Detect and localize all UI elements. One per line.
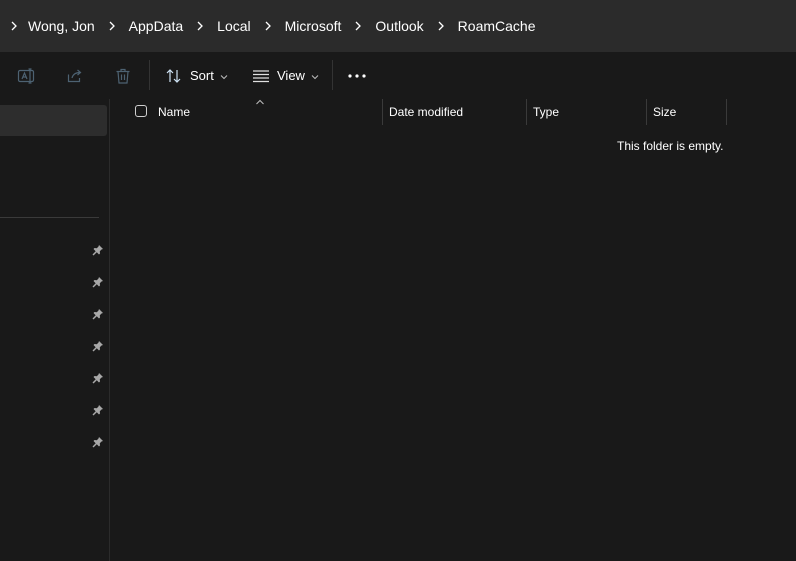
column-size[interactable]: Size (653, 99, 676, 125)
select-all-checkbox[interactable] (135, 105, 147, 117)
sort-label: Sort (190, 68, 214, 83)
navigation-pane (0, 99, 110, 561)
column-header: Name Date modified Type Size (110, 99, 796, 125)
pin-icon[interactable] (92, 372, 104, 384)
column-date-modified[interactable]: Date modified (389, 99, 463, 125)
sort-button[interactable]: Sort (165, 52, 228, 99)
pin-icon[interactable] (92, 308, 104, 320)
share-icon (67, 69, 82, 82)
chevron-down-icon (311, 68, 319, 83)
breadcrumb-label: Outlook (375, 18, 424, 34)
column-size-label: Size (653, 105, 677, 119)
breadcrumb-label: RoamCache (457, 18, 536, 34)
column-resize-handle[interactable] (646, 99, 647, 125)
column-type-label: Type (533, 105, 560, 119)
column-resize-handle[interactable] (526, 99, 527, 125)
command-bar: Sort View (0, 52, 796, 100)
chevron-right-icon[interactable] (183, 0, 217, 52)
trash-icon (116, 68, 130, 84)
nav-divider (0, 217, 99, 218)
view-label: View (277, 68, 305, 83)
column-resize-handle[interactable] (382, 99, 383, 125)
breadcrumb: Wong, Jon AppData Local Microsoft Outloo… (0, 0, 796, 52)
nav-item-selected[interactable] (0, 105, 107, 136)
chevron-right-icon[interactable] (424, 0, 458, 52)
breadcrumb-label: Microsoft (284, 18, 342, 34)
pin-icon[interactable] (92, 340, 104, 352)
breadcrumb-item-appdata[interactable]: AppData (129, 0, 183, 52)
chevron-right-icon[interactable] (251, 0, 285, 52)
file-explorer-window: Wong, Jon AppData Local Microsoft Outloo… (0, 0, 796, 561)
chevron-right-icon[interactable] (0, 0, 28, 52)
more-horizontal-icon (348, 73, 366, 78)
breadcrumb-item-wong-jon[interactable]: Wong, Jon (28, 0, 95, 52)
pin-icon[interactable] (92, 244, 104, 256)
breadcrumb-item-outlook[interactable]: Outlook (375, 0, 423, 52)
pin-icon[interactable] (92, 436, 104, 448)
breadcrumb-item-roamcache[interactable]: RoamCache (458, 0, 536, 52)
chevron-right-icon[interactable] (95, 0, 129, 52)
breadcrumb-item-local[interactable]: Local (217, 0, 250, 52)
view-list-icon (253, 69, 269, 82)
sort-ascending-icon (256, 99, 264, 105)
breadcrumb-label: Wong, Jon (28, 18, 95, 34)
column-name[interactable]: Name (158, 99, 190, 125)
column-date-modified-label: Date modified (389, 105, 464, 119)
toolbar-separator (149, 60, 150, 90)
rename-button[interactable] (17, 52, 37, 99)
breadcrumb-label: AppData (128, 18, 184, 34)
more-options-button[interactable] (347, 52, 367, 99)
rename-icon (17, 67, 35, 84)
sort-icon (166, 68, 181, 83)
view-button[interactable]: View (252, 52, 319, 99)
column-type[interactable]: Type (533, 99, 559, 125)
column-resize-handle[interactable] (726, 99, 727, 125)
pin-icon[interactable] (92, 276, 104, 288)
breadcrumb-label: Local (217, 18, 251, 34)
empty-folder-message: This folder is empty. (617, 139, 724, 153)
breadcrumb-item-microsoft[interactable]: Microsoft (285, 0, 342, 52)
chevron-down-icon (220, 68, 228, 83)
share-button[interactable] (66, 52, 84, 99)
pin-icon[interactable] (92, 404, 104, 416)
chevron-right-icon[interactable] (341, 0, 375, 52)
delete-button[interactable] (114, 52, 132, 99)
column-name-label: Name (158, 105, 191, 119)
toolbar-separator (332, 60, 333, 90)
address-bar[interactable]: Wong, Jon AppData Local Microsoft Outloo… (0, 0, 796, 52)
